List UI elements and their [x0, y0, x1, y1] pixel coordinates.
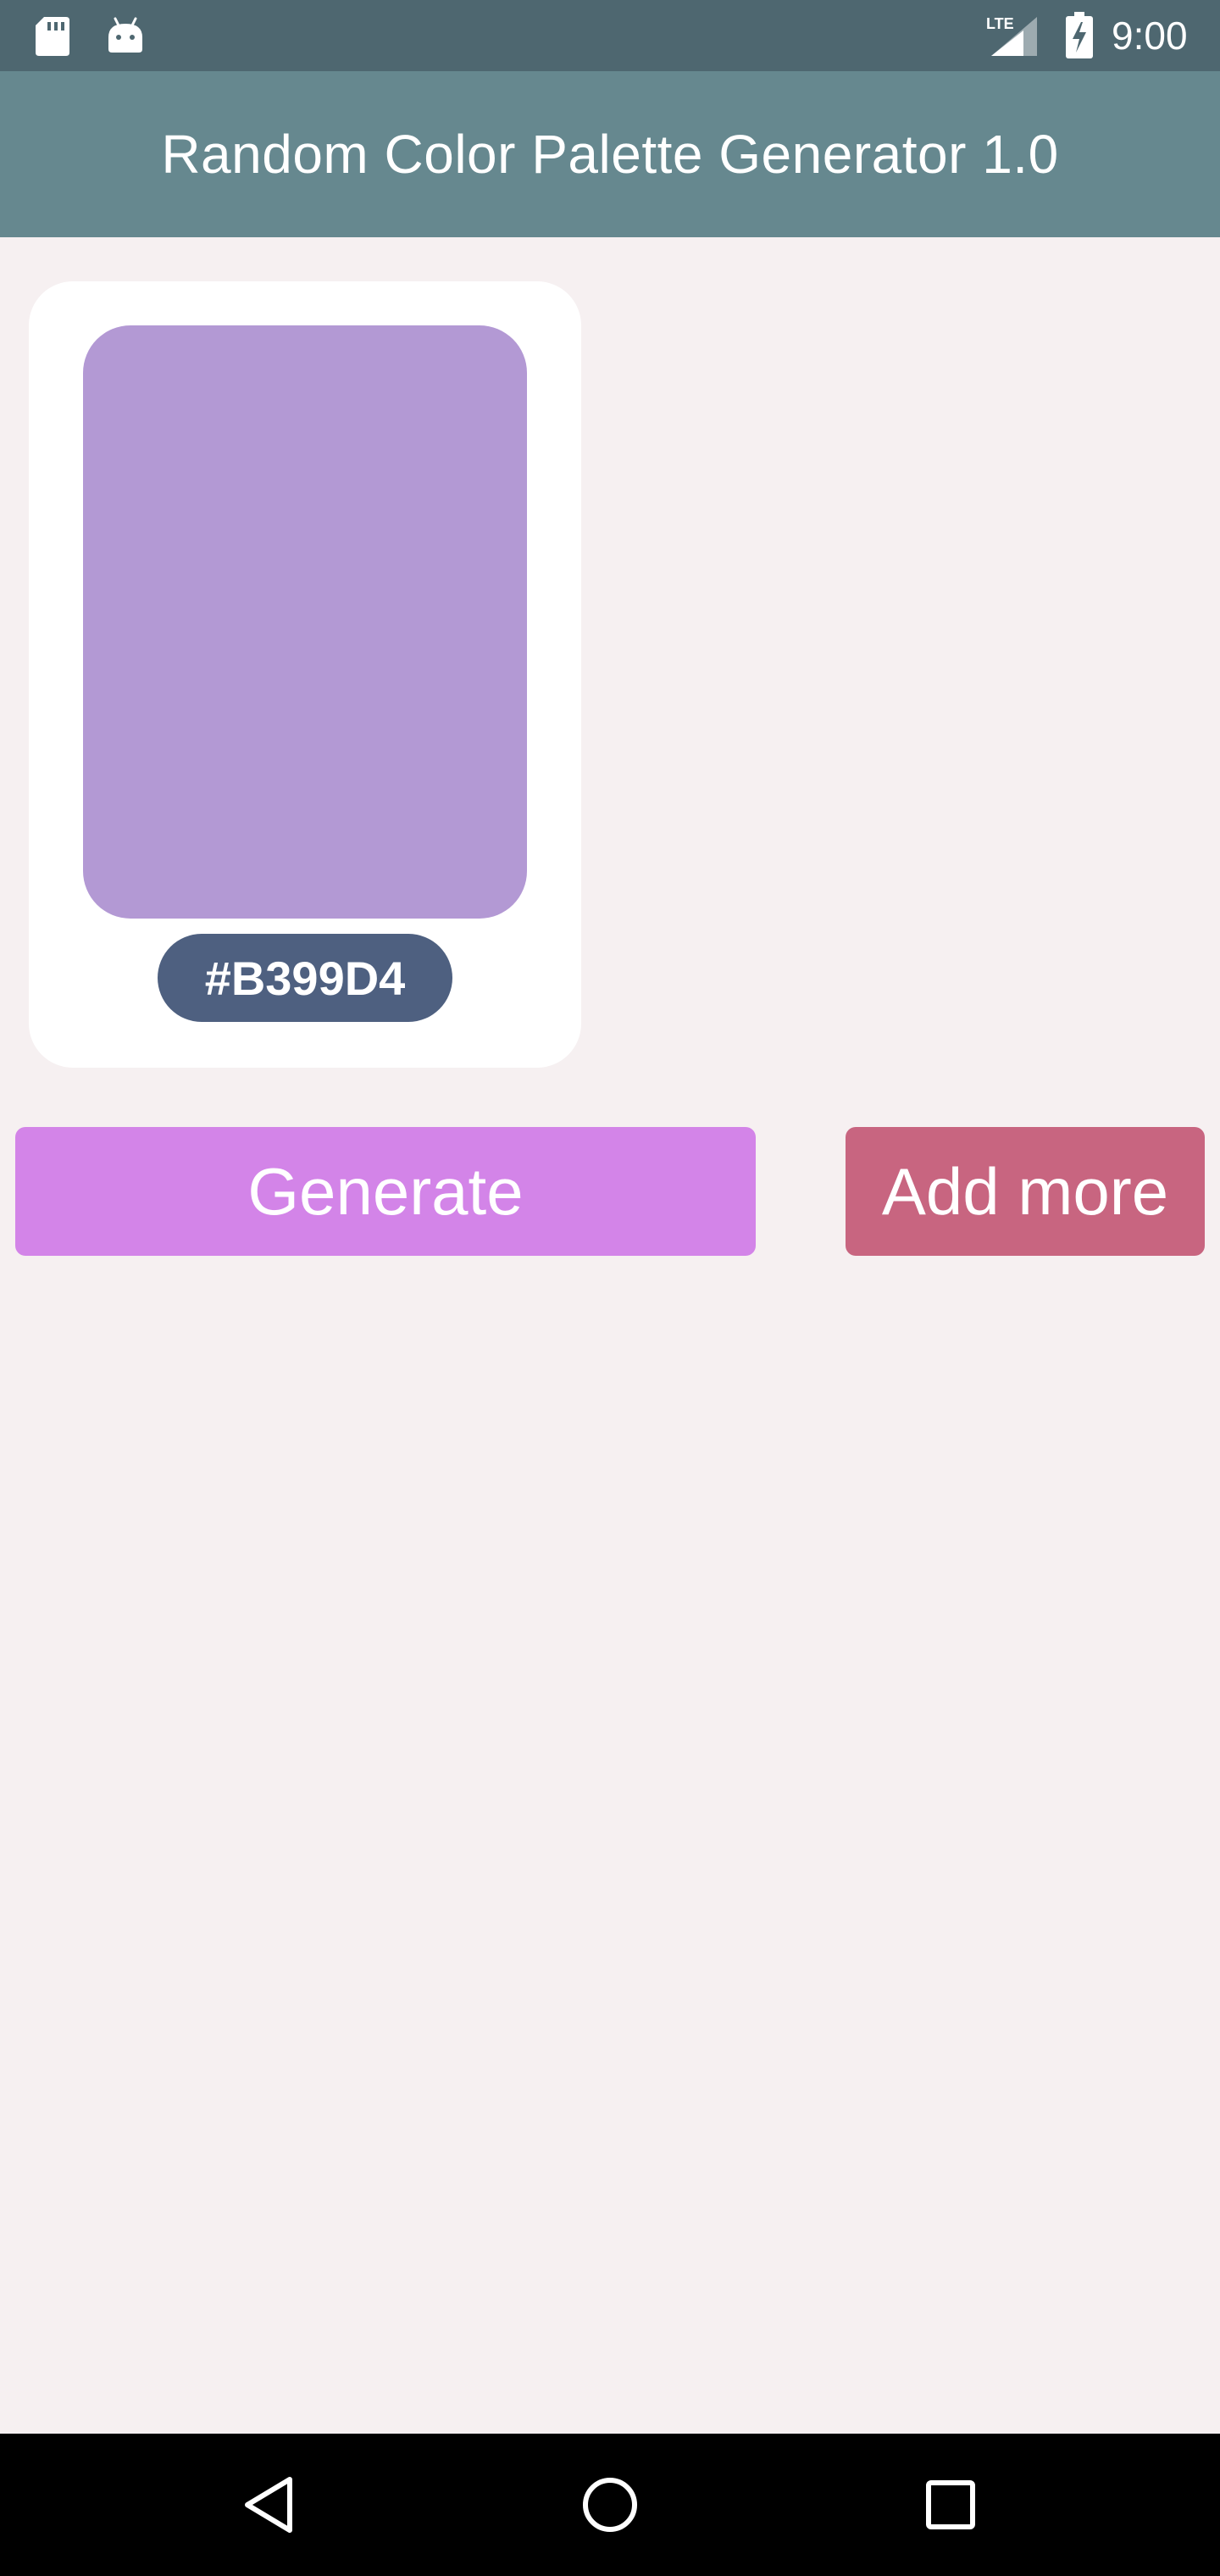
sd-card-icon — [36, 17, 69, 56]
status-bar: LTE 9:00 — [0, 0, 1220, 71]
color-swatch[interactable] — [83, 325, 527, 919]
battery-charging-icon — [1066, 12, 1093, 58]
recents-icon[interactable] — [920, 2473, 981, 2537]
status-time: 9:00 — [1112, 14, 1188, 58]
home-icon[interactable] — [580, 2473, 640, 2537]
color-card[interactable]: #B399D4 — [29, 281, 581, 1068]
back-icon[interactable] — [239, 2473, 300, 2537]
system-nav-bar — [0, 2434, 1220, 2576]
svg-text:LTE: LTE — [986, 15, 1014, 32]
android-icon — [108, 17, 142, 53]
add-more-button[interactable]: Add more — [846, 1127, 1205, 1256]
lte-signal-icon: LTE — [986, 15, 1037, 56]
app-bar: Random Color Palette Generator 1.0 — [0, 71, 1220, 237]
generate-button[interactable]: Generate — [15, 1127, 756, 1256]
hex-code-label: #B399D4 — [158, 934, 452, 1022]
app-title: Random Color Palette Generator 1.0 — [161, 124, 1059, 185]
